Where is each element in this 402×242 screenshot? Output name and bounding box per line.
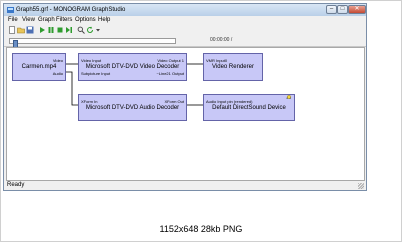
menu-bar: File View Graph Filters Options Help: [4, 16, 366, 25]
pin-audio-input[interactable]: Audio Input pin (rendered): [206, 99, 252, 104]
pin-video-output[interactable]: Video Output 1: [157, 58, 184, 63]
filter-video-renderer[interactable]: VMR Input0 Video Renderer: [203, 53, 263, 81]
status-text: Ready: [7, 182, 25, 188]
search-icon[interactable]: [77, 26, 85, 34]
open-icon[interactable]: [17, 26, 25, 34]
pin-line21-output[interactable]: ~Line21 Output: [157, 71, 184, 76]
title-bar[interactable]: Graph55.grf - MONOGRAM GraphStudio – □ ✕: [4, 4, 366, 16]
close-button[interactable]: ✕: [348, 5, 366, 14]
filter-audio-decoder-name: Microsoft DTV-DVD Audio Decoder: [85, 105, 180, 111]
pin-video-out[interactable]: Video: [53, 58, 63, 63]
connection-audio: [66, 71, 78, 106]
menu-graph[interactable]: Graph: [38, 16, 55, 25]
menu-options[interactable]: Options: [75, 16, 96, 25]
filter-source-name: Carmen.mp4: [21, 64, 57, 70]
time-readout: 00:00:00 /: [210, 37, 233, 43]
menu-help[interactable]: Help: [98, 16, 110, 25]
filter-video-decoder-name: Microsoft DTV-DVD Video Decoder: [85, 64, 180, 70]
dropdown-icon[interactable]: [94, 26, 102, 34]
filter-video-decoder[interactable]: Video Input Video Output 1 Microsoft DTV…: [78, 53, 187, 81]
pin-subpicture-input[interactable]: Subpicture Input: [81, 71, 110, 76]
pin-video-input[interactable]: Video Input: [81, 58, 101, 63]
new-icon[interactable]: [8, 26, 16, 34]
stop-icon[interactable]: [56, 26, 64, 34]
app-window: Graph55.grf - MONOGRAM GraphStudio – □ ✕…: [3, 3, 367, 191]
pause-icon[interactable]: [47, 26, 55, 34]
pin-xform-in[interactable]: XForm In: [81, 99, 97, 104]
seek-row: 00:00:00 /: [4, 35, 366, 50]
filter-audio-decoder[interactable]: XForm In XForm Out Microsoft DTV-DVD Aud…: [78, 94, 187, 121]
graphstudio-app-icon: [7, 7, 14, 13]
clock-badge: #0: [287, 95, 291, 100]
seek-bar[interactable]: [9, 38, 176, 50]
image-frame: Graph55.grf - MONOGRAM GraphStudio – □ ✕…: [0, 0, 402, 242]
toolbar: [4, 25, 366, 35]
window-title: Graph55.grf - MONOGRAM GraphStudio: [16, 7, 126, 13]
filter-audio-renderer[interactable]: Audio Input pin (rendered) #0 Default Di…: [203, 94, 295, 121]
step-icon[interactable]: [65, 26, 73, 34]
menu-file[interactable]: File: [8, 16, 18, 25]
menu-view[interactable]: View: [22, 16, 35, 25]
play-icon[interactable]: [38, 26, 46, 34]
save-icon[interactable]: [26, 26, 34, 34]
image-caption: 1152x648 28kb PNG: [159, 224, 243, 234]
pin-vmr-input[interactable]: VMR Input0: [206, 58, 227, 63]
filter-audio-renderer-name: Default DirectSound Device: [212, 105, 286, 111]
status-bar: Ready: [4, 181, 366, 190]
filter-source[interactable]: Video Carmen.mp4 Audio: [12, 53, 66, 81]
menu-filters[interactable]: Filters: [56, 16, 72, 25]
minimize-button[interactable]: –: [326, 5, 337, 14]
pin-xform-out[interactable]: XForm Out: [164, 99, 184, 104]
filter-video-renderer-name: Video Renderer: [212, 64, 254, 70]
pin-audio-out[interactable]: Audio: [53, 71, 63, 76]
refresh-icon[interactable]: [86, 26, 94, 34]
resize-grip[interactable]: [358, 183, 364, 189]
clock-icon: [286, 95, 291, 99]
maximize-button[interactable]: □: [337, 5, 348, 14]
graph-canvas[interactable]: Video Carmen.mp4 Audio Video Input Video…: [6, 47, 365, 181]
